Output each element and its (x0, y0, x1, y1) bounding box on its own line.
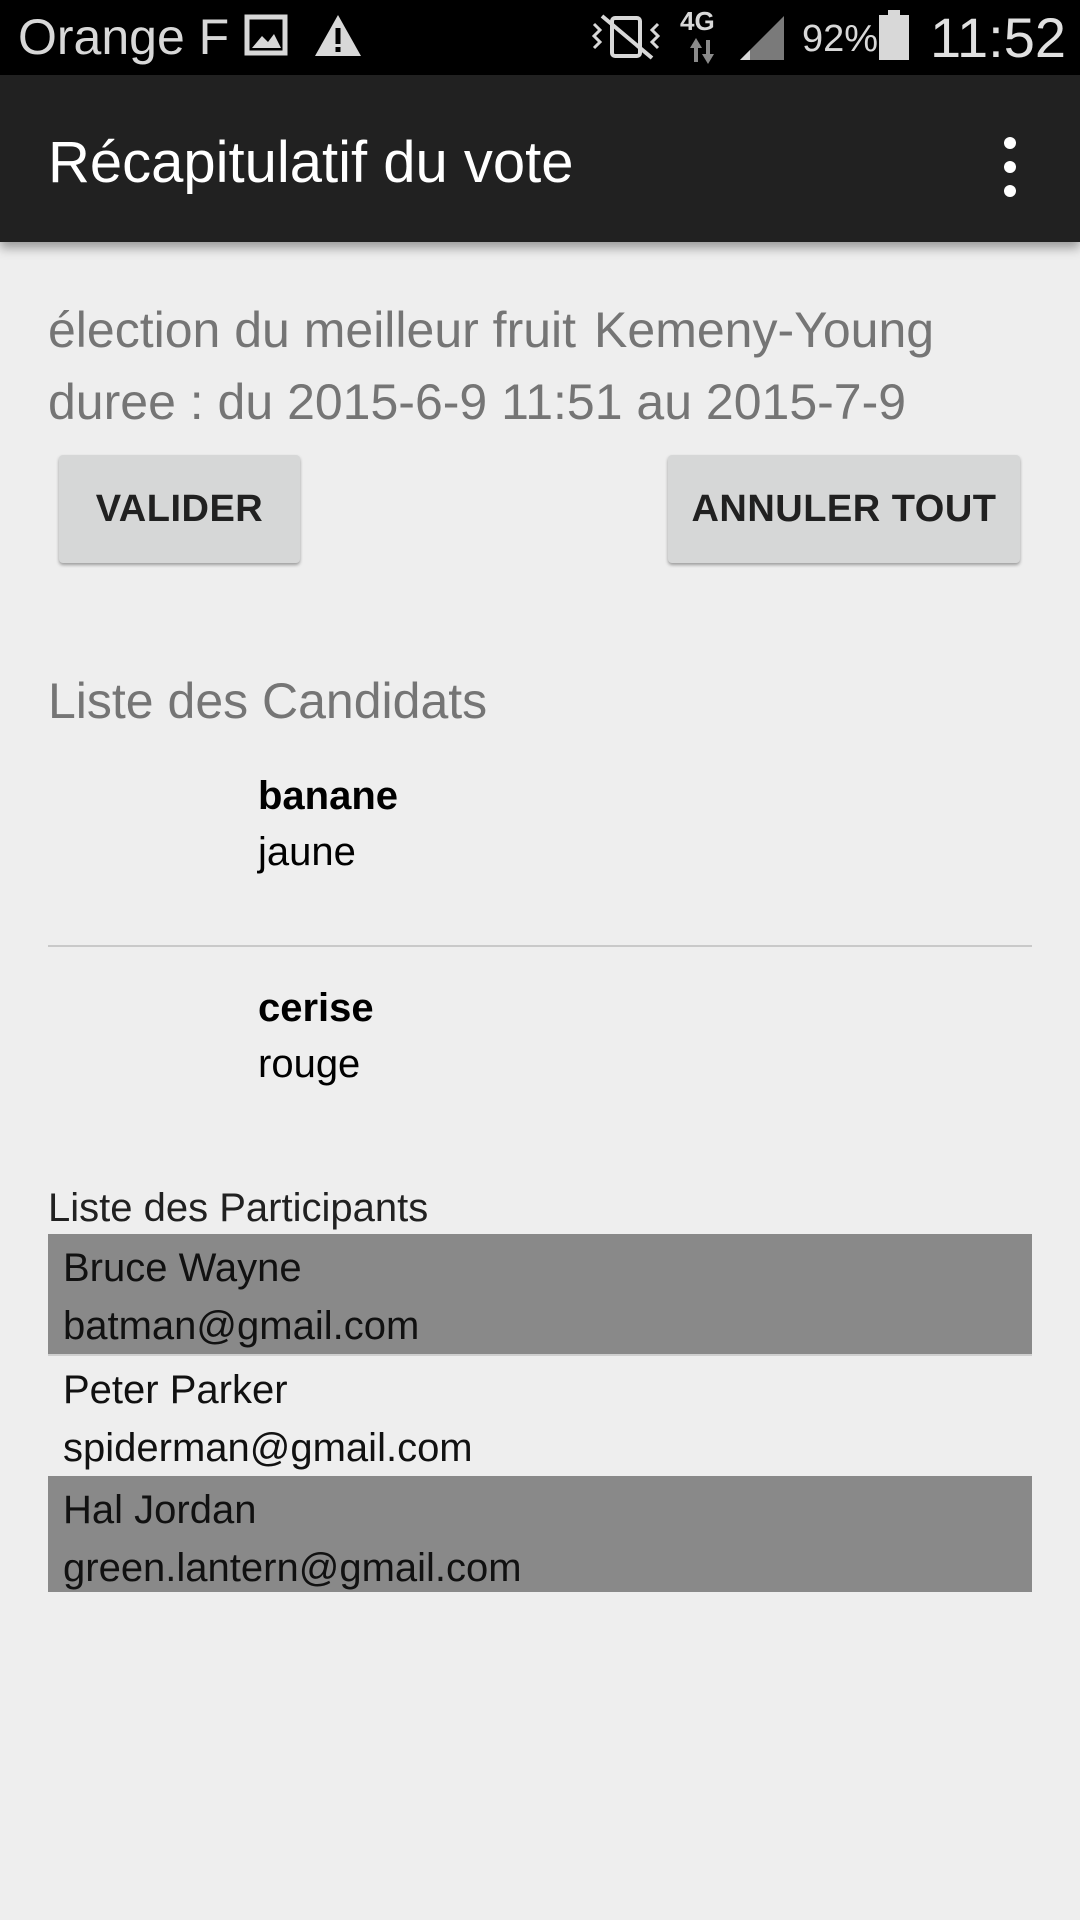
participants-title: Liste des Participants (48, 1186, 429, 1230)
signal-icon (736, 14, 786, 67)
participant-name: Peter Parker (63, 1368, 288, 1412)
participant-email: spiderman@gmail.com (63, 1426, 473, 1470)
battery-icon (878, 10, 910, 65)
election-info: élection du meilleur fruit Kemeny-Young d… (48, 294, 1038, 454)
election-duration: duree : du 2015-6-9 11:51 au 2015-7-9 (48, 374, 907, 430)
data-arrows-icon (688, 38, 716, 69)
participant-name: Bruce Wayne (63, 1246, 302, 1290)
cancel-all-button[interactable]: ANNULER TOUT (668, 455, 1020, 563)
candidates-title: Liste des Candidats (48, 673, 488, 729)
overflow-menu-icon[interactable] (990, 135, 1030, 199)
election-title-line: élection du meilleur fruit Kemeny-Young (48, 294, 1038, 366)
divider (48, 945, 1032, 947)
candidate-item[interactable]: banane jaune (258, 768, 958, 880)
battery-percent: 92% (802, 18, 879, 60)
participant-name: Hal Jordan (63, 1488, 257, 1532)
page-title: Récapitulatif du vote (48, 130, 574, 195)
candidate-description: jaune (258, 830, 356, 874)
election-method: Kemeny-Young (594, 302, 935, 358)
election-duration-end-time: 11:51 (48, 438, 1038, 454)
app-bar: Récapitulatif du vote (0, 75, 1080, 242)
validate-button[interactable]: VALIDER (59, 455, 300, 563)
status-bar: Orange F 4G 92% 11:52 (0, 0, 1080, 75)
vibrate-icon (590, 12, 662, 67)
candidate-name: cerise (258, 986, 374, 1030)
candidate-item[interactable]: cerise rouge (258, 980, 958, 1092)
carrier-name: Orange F (18, 9, 230, 65)
clock: 11:52 (930, 6, 1066, 69)
participant-item[interactable]: Bruce Wayne batman@gmail.com (48, 1234, 1032, 1354)
participant-email: green.lantern@gmail.com (63, 1546, 522, 1590)
participant-item[interactable]: Peter Parker spiderman@gmail.com (48, 1354, 1032, 1476)
image-icon (244, 12, 288, 63)
election-name: élection du meilleur fruit (48, 302, 577, 358)
warning-icon (313, 12, 363, 63)
network-type: 4G (680, 6, 715, 36)
participant-item[interactable]: Hal Jordan green.lantern@gmail.com (48, 1476, 1032, 1592)
participant-email: batman@gmail.com (63, 1304, 420, 1348)
candidate-description: rouge (258, 1042, 361, 1086)
participants-list: Bruce Wayne batman@gmail.com Peter Parke… (48, 1234, 1032, 1592)
candidate-name: banane (258, 774, 399, 818)
